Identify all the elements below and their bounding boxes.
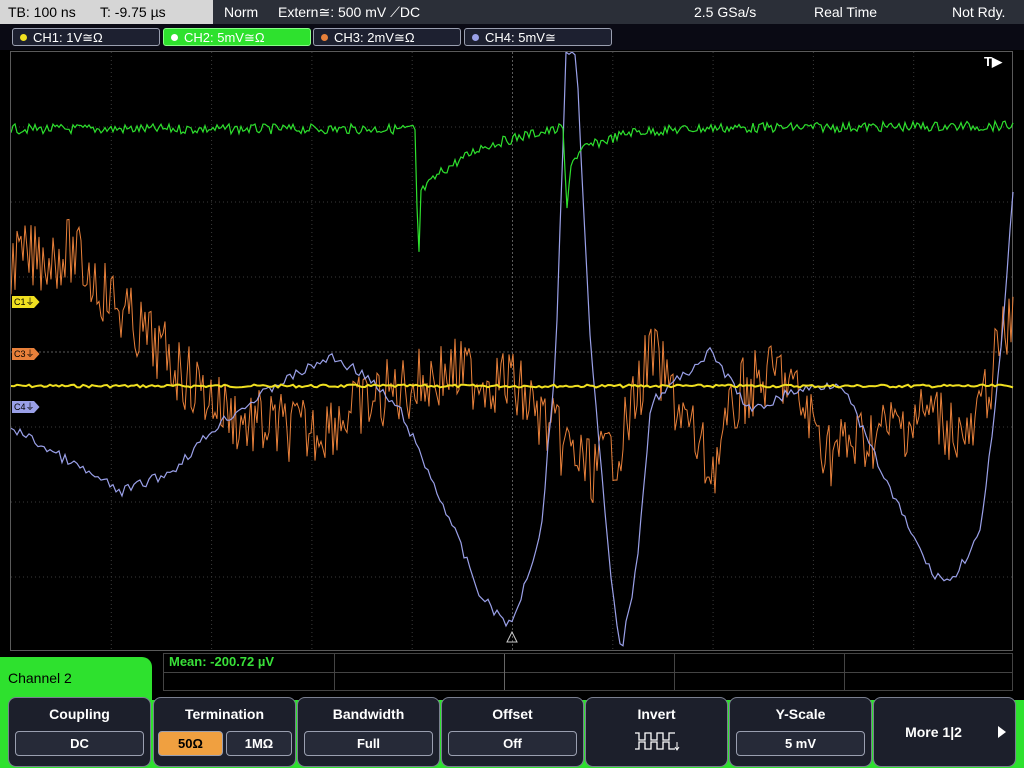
more-label: More 1|2 bbox=[905, 724, 962, 740]
invert-softkey[interactable]: Invert bbox=[585, 697, 728, 767]
channel-1-dot-icon bbox=[20, 34, 27, 41]
waveform-canvas bbox=[11, 52, 1014, 652]
invert-waveform-icon bbox=[635, 732, 680, 751]
channel-4-offset-marker[interactable]: C4⏚ bbox=[12, 401, 40, 413]
coupling-value[interactable]: DC bbox=[15, 731, 144, 756]
coupling-softkey[interactable]: Coupling DC bbox=[8, 697, 151, 767]
tab-channel-1[interactable]: CH1: 1V≅Ω bbox=[12, 28, 160, 46]
waveform-display[interactable] bbox=[10, 51, 1014, 652]
bandwidth-title: Bandwidth bbox=[332, 706, 405, 722]
timebase-box[interactable]: TB: 100 ns T: -9.75 µs bbox=[0, 0, 213, 24]
bandwidth-softkey[interactable]: Bandwidth Full bbox=[297, 697, 440, 767]
trigger-source[interactable]: Extern≅: 500 mV ⟋DC bbox=[278, 0, 420, 24]
trigger-mode[interactable]: Norm bbox=[224, 0, 258, 24]
trigger-time-readout: T: -9.75 µs bbox=[100, 4, 166, 20]
offset-softkey[interactable]: Offset Off bbox=[441, 697, 584, 767]
timebase-readout: TB: 100 ns bbox=[8, 4, 76, 20]
termination-title: Termination bbox=[184, 706, 265, 722]
channel-3-marker-label: C3 bbox=[14, 349, 26, 359]
yscale-softkey[interactable]: Y-Scale 5 mV bbox=[729, 697, 872, 767]
bandwidth-value[interactable]: Full bbox=[304, 731, 433, 756]
next-page-arrow-icon bbox=[998, 726, 1006, 738]
channel-1-offset-marker[interactable]: C1⏚ bbox=[12, 296, 40, 308]
offset-value[interactable]: Off bbox=[448, 731, 577, 756]
yscale-title: Y-Scale bbox=[775, 706, 826, 722]
coupling-title: Coupling bbox=[49, 706, 110, 722]
termination-softkey[interactable]: Termination 50Ω 1MΩ bbox=[153, 697, 296, 767]
channel-3-offset-marker[interactable]: C3⏚ bbox=[12, 348, 40, 360]
tab-channel-3-label: CH3: 2mV≅Ω bbox=[334, 30, 415, 45]
tab-channel-2[interactable]: CH2: 5mV≅Ω bbox=[163, 28, 311, 46]
measurement-strip bbox=[163, 653, 1013, 691]
channel-4-marker-label: C4 bbox=[14, 402, 26, 412]
sample-rate: 2.5 GSa/s bbox=[694, 4, 757, 20]
channel-1-marker-label: C1 bbox=[14, 297, 26, 307]
yscale-value[interactable]: 5 mV bbox=[736, 731, 865, 756]
termination-1mohm-option[interactable]: 1MΩ bbox=[226, 731, 292, 756]
termination-50ohm-option[interactable]: 50Ω bbox=[158, 731, 223, 756]
mean-measurement: Mean: -200.72 µV bbox=[169, 654, 275, 669]
tab-channel-4-label: CH4: 5mV≅ bbox=[485, 30, 556, 45]
tab-channel-1-label: CH1: 1V≅Ω bbox=[33, 30, 103, 45]
offset-title: Offset bbox=[492, 706, 533, 722]
trigger-marker: T▶ bbox=[984, 54, 1002, 69]
run-state: Not Rdy. bbox=[952, 4, 1006, 20]
tab-channel-4[interactable]: CH4: 5mV≅ bbox=[464, 28, 612, 46]
more-softkey[interactable]: More 1|2 bbox=[873, 697, 1016, 767]
invert-title: Invert bbox=[637, 706, 676, 722]
channel-panel-title: Channel 2 bbox=[8, 670, 72, 686]
channel-2-dot-icon bbox=[171, 34, 178, 41]
tab-channel-3[interactable]: CH3: 2mV≅Ω bbox=[313, 28, 461, 46]
channel-4-dot-icon bbox=[472, 34, 479, 41]
tab-channel-2-label: CH2: 5mV≅Ω bbox=[184, 30, 265, 45]
channel-3-dot-icon bbox=[321, 34, 328, 41]
acquisition-mode: Real Time bbox=[814, 4, 878, 20]
